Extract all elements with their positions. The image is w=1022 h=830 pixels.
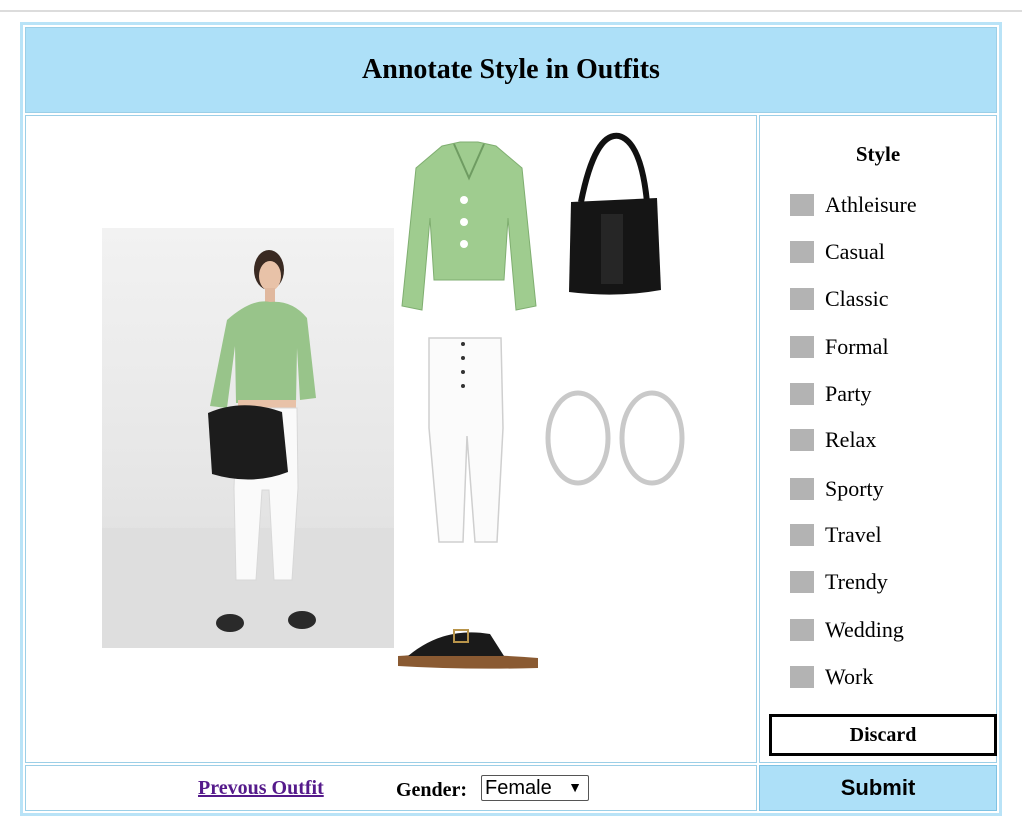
black-hobo-bag xyxy=(561,132,665,302)
black-slide-sandals xyxy=(394,622,540,672)
option-label: Travel xyxy=(825,522,882,547)
style-heading: Style xyxy=(855,142,901,166)
page-title: Annotate Style in Outfits xyxy=(362,54,660,85)
style-option-work[interactable]: Work xyxy=(790,664,873,690)
style-option-trendy[interactable]: Trendy xyxy=(790,569,888,595)
option-label: Trendy xyxy=(825,569,888,594)
option-label: Work xyxy=(825,664,874,689)
style-option-party[interactable]: Party xyxy=(790,381,871,407)
outfit-image-area xyxy=(25,115,757,763)
green-cropped-shirt xyxy=(394,138,544,318)
style-option-classic[interactable]: Classic xyxy=(790,286,889,312)
model-photo xyxy=(102,228,394,648)
option-label: Formal xyxy=(825,334,889,359)
chevron-down-icon: ▼ xyxy=(568,779,582,795)
option-label: Party xyxy=(825,381,872,406)
white-jeans xyxy=(421,336,511,546)
style-option-casual[interactable]: Casual xyxy=(790,239,885,265)
style-option-wedding[interactable]: Wedding xyxy=(790,617,904,643)
style-option-relax[interactable]: Relax xyxy=(790,427,876,453)
gender-selected-value: Female xyxy=(485,776,552,799)
style-panel: Style Athleisure Casual Classic Formal P… xyxy=(759,115,997,763)
checkbox[interactable] xyxy=(790,336,814,358)
checkbox[interactable] xyxy=(790,241,814,263)
style-option-athleisure[interactable]: Athleisure xyxy=(790,192,917,218)
checkbox[interactable] xyxy=(790,524,814,546)
option-label: Relax xyxy=(825,427,877,452)
style-option-travel[interactable]: Travel xyxy=(790,522,882,548)
header: Annotate Style in Outfits xyxy=(25,27,997,113)
style-option-sporty[interactable]: Sporty xyxy=(790,476,884,502)
option-label: Sporty xyxy=(825,476,884,501)
style-option-formal[interactable]: Formal xyxy=(790,334,889,360)
submit-button[interactable]: Submit xyxy=(759,765,997,811)
gender-label: Gender: xyxy=(396,779,468,801)
checkbox[interactable] xyxy=(790,383,814,405)
discard-button[interactable]: Discard xyxy=(769,714,997,756)
previous-outfit-link[interactable]: Prevous Outfit xyxy=(198,777,324,800)
checkbox[interactable] xyxy=(790,478,814,500)
checkbox[interactable] xyxy=(790,571,814,593)
silver-hoop-earrings xyxy=(540,388,690,488)
option-label: Wedding xyxy=(825,617,904,642)
checkbox[interactable] xyxy=(790,288,814,310)
checkbox[interactable] xyxy=(790,666,814,688)
gender-select[interactable]: Female ▼ xyxy=(481,775,589,801)
annotation-table: Annotate Style in Outfits Style Athleisu… xyxy=(20,22,1002,816)
footer-nav: Prevous Outfit Gender: Female ▼ xyxy=(25,765,757,811)
option-label: Athleisure xyxy=(825,192,917,217)
checkbox[interactable] xyxy=(790,429,814,451)
top-divider xyxy=(0,10,1022,12)
checkbox[interactable] xyxy=(790,619,814,641)
option-label: Casual xyxy=(825,239,885,264)
checkbox[interactable] xyxy=(790,194,814,216)
option-label: Classic xyxy=(825,286,889,311)
